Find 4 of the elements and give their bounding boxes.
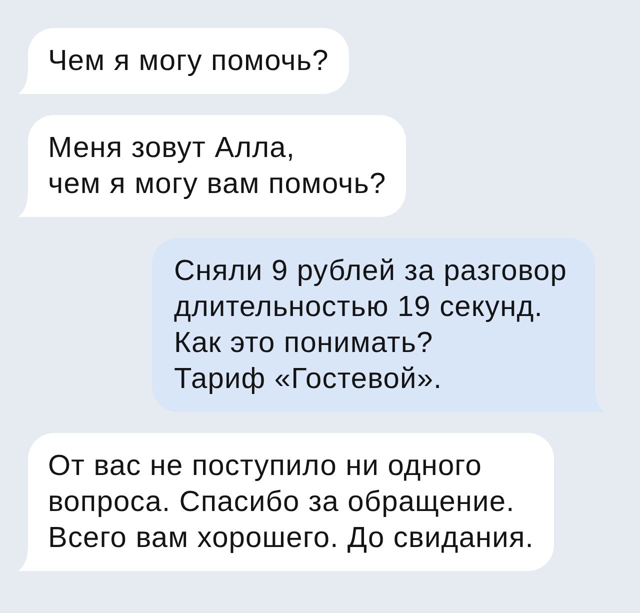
- message-text: Чем я могу помочь?: [48, 44, 329, 79]
- message-text: Меня зовут Алла, чем я могу вам помочь?: [48, 131, 386, 202]
- message-text: От вас не поступило ни одного вопроса. Спасибо за обращение. Всего вам хорошего. До свидания.: [48, 449, 534, 556]
- message-text: Сняли 9 рублей за разговор длительностью 19 секунд. Как это понимать? Тариф «Гостевой».: [174, 254, 567, 397]
